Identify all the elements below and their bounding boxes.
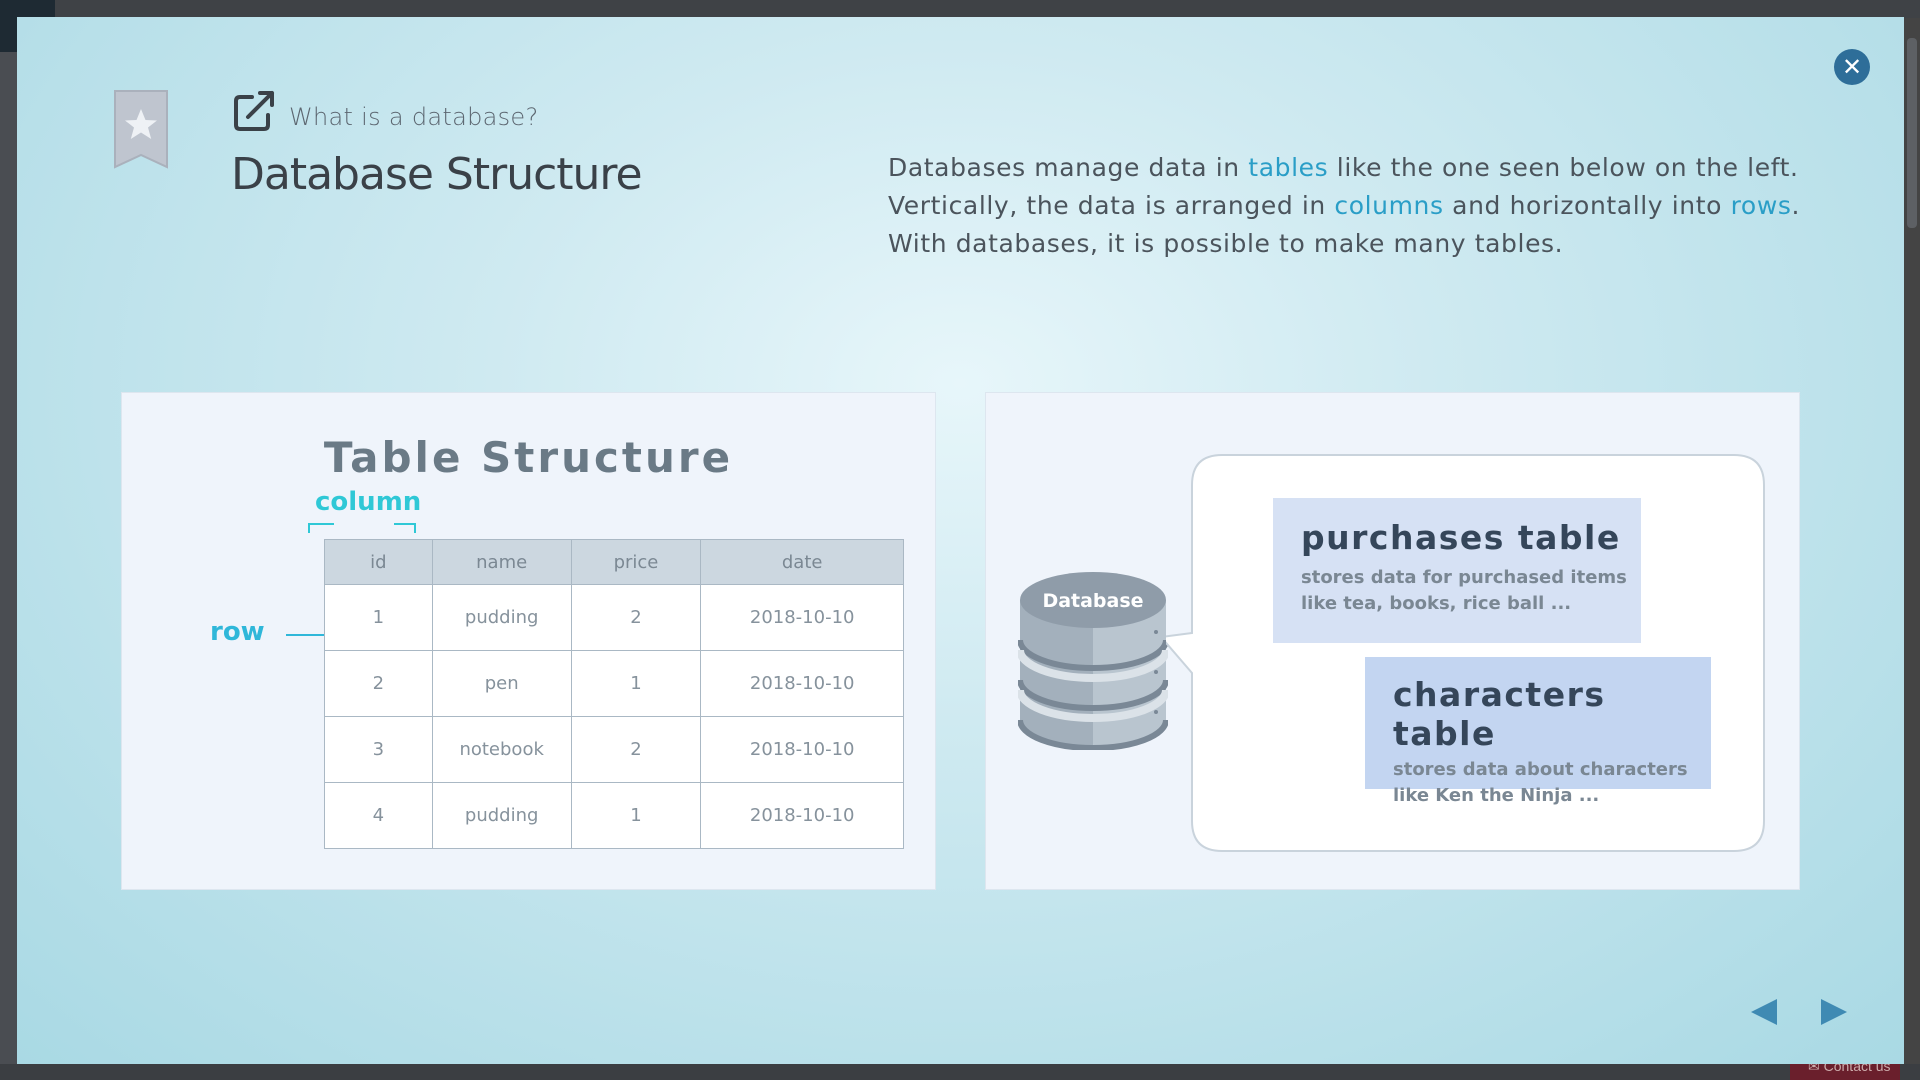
cell-name: notebook: [431, 716, 572, 783]
close-button[interactable]: ✕: [1834, 49, 1870, 85]
description-line-2: Vertically, the data is arranged in colu…: [888, 191, 1801, 220]
row-pointer-line: [286, 634, 328, 636]
characters-table-desc: stores data about characters like Ken th…: [1393, 759, 1688, 806]
table-row: 3 notebook 2 2018-10-10: [324, 716, 904, 783]
description-line-3: With databases, it is possible to make m…: [888, 229, 1564, 258]
table-structure-title: Table Structure: [323, 433, 734, 482]
cell-price: 1: [570, 650, 702, 717]
cell-id: 3: [324, 716, 433, 783]
background-scrollbar-thumb[interactable]: [1907, 38, 1917, 228]
purchases-table-card: purchases table stores data for purchase…: [1273, 498, 1641, 643]
next-slide-button[interactable]: [1819, 997, 1849, 1027]
header-price: price: [570, 539, 702, 585]
bookmark-star-icon[interactable]: [113, 89, 169, 169]
database-cylinder-icon: Database: [1018, 572, 1168, 750]
highlight-rows: rows: [1730, 191, 1792, 220]
database-panel: Database purchases table stores data for…: [985, 392, 1800, 890]
characters-table-title: characters table: [1393, 675, 1606, 753]
table-row: 1 pudding 2 2018-10-10: [324, 584, 904, 651]
cell-id: 4: [324, 782, 433, 849]
cell-date: 2018-10-10: [700, 782, 904, 849]
background-scrollbar[interactable]: [1902, 18, 1920, 1064]
column-bracket-gap: [334, 521, 394, 527]
cell-name: pudding: [431, 584, 572, 651]
arrow-left-icon: [1751, 999, 1777, 1025]
header-id: id: [324, 539, 433, 585]
lesson-slide-modal: ✕ What is a database? Database Structure…: [17, 17, 1904, 1064]
table-header-row: id name price date: [324, 539, 904, 585]
database-label: Database: [1042, 590, 1143, 612]
background-top-bar: [0, 0, 1920, 18]
cell-price: 2: [570, 584, 702, 651]
highlight-tables: tables: [1248, 153, 1329, 182]
table-row: 4 pudding 1 2018-10-10: [324, 782, 904, 849]
cell-id: 1: [324, 584, 433, 651]
cell-id: 2: [324, 650, 433, 717]
header-name: name: [431, 539, 572, 585]
purchases-table-title: purchases table: [1301, 518, 1621, 557]
highlight-columns: columns: [1334, 191, 1444, 220]
cell-name: pen: [431, 650, 572, 717]
lesson-subtitle: What is a database?: [289, 103, 539, 131]
lesson-description: Databases manage data in tables like the…: [888, 149, 1848, 263]
previous-slide-button[interactable]: [1749, 997, 1779, 1027]
cell-date: 2018-10-10: [700, 584, 904, 651]
cell-price: 2: [570, 716, 702, 783]
cell-price: 1: [570, 782, 702, 849]
cell-name: pudding: [431, 782, 572, 849]
close-icon: ✕: [1841, 53, 1863, 81]
row-label: row: [210, 617, 265, 647]
cell-date: 2018-10-10: [700, 716, 904, 783]
characters-table-card: characters table stores data about chara…: [1365, 657, 1711, 806]
external-link-icon[interactable]: [232, 89, 278, 133]
cell-date: 2018-10-10: [700, 650, 904, 717]
table-row: 2 pen 1 2018-10-10: [324, 650, 904, 717]
purchases-table-desc: stores data for purchased items like tea…: [1301, 567, 1627, 614]
header-date: date: [700, 539, 904, 585]
description-line-1: Databases manage data in tables like the…: [888, 153, 1799, 182]
background-bottom-bar: [0, 1064, 1920, 1080]
arrow-right-icon: [1821, 999, 1847, 1025]
example-data-table: id name price date 1 pudding 2 2018-10-1…: [324, 539, 904, 849]
page-title: Database Structure: [231, 149, 643, 200]
table-structure-panel: Table Structure column row id name price…: [121, 392, 936, 890]
column-label: column: [315, 487, 422, 517]
